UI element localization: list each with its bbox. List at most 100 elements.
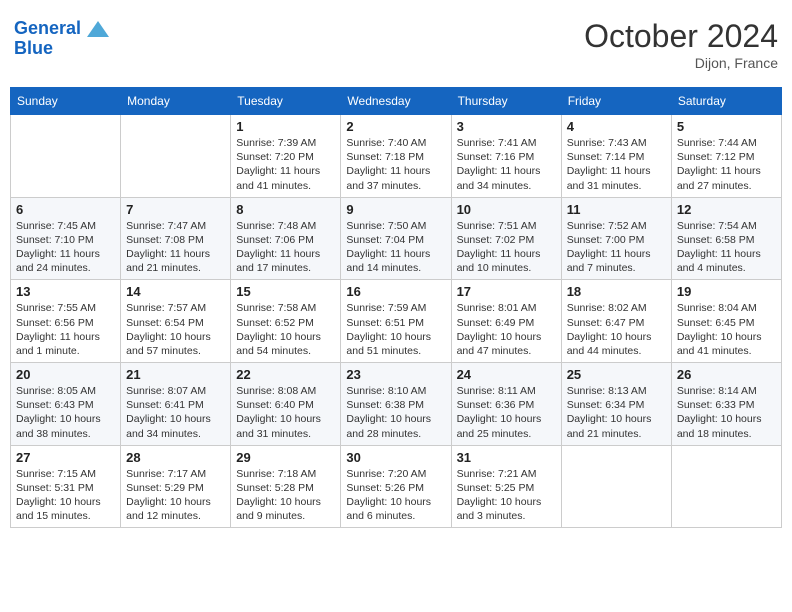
day-info: Sunrise: 7:39 AMSunset: 7:20 PMDaylight:… xyxy=(236,136,335,193)
sunrise-text: Sunrise: 7:44 AM xyxy=(677,136,776,150)
day-info: Sunrise: 8:04 AMSunset: 6:45 PMDaylight:… xyxy=(677,301,776,358)
sunset-text: Sunset: 7:18 PM xyxy=(346,150,445,164)
weekday-header-sunday: Sunday xyxy=(11,88,121,115)
sunset-text: Sunset: 7:00 PM xyxy=(567,233,666,247)
calendar-cell: 16 Sunrise: 7:59 AMSunset: 6:51 PMDayligh… xyxy=(341,280,451,363)
sunset-text: Sunset: 6:33 PM xyxy=(677,398,776,412)
sunrise-text: Sunrise: 8:01 AM xyxy=(457,301,556,315)
day-info: Sunrise: 7:15 AMSunset: 5:31 PMDaylight:… xyxy=(16,467,115,524)
day-number: 22 xyxy=(236,367,335,382)
daylight-text: Daylight: 11 hours and 31 minutes. xyxy=(567,164,666,192)
day-info: Sunrise: 7:50 AMSunset: 7:04 PMDaylight:… xyxy=(346,219,445,276)
daylight-text: Daylight: 10 hours and 38 minutes. xyxy=(16,412,115,440)
day-info: Sunrise: 7:57 AMSunset: 6:54 PMDaylight:… xyxy=(126,301,225,358)
day-number: 25 xyxy=(567,367,666,382)
calendar-cell: 26 Sunrise: 8:14 AMSunset: 6:33 PMDayligh… xyxy=(671,363,781,446)
day-number: 5 xyxy=(677,119,776,134)
daylight-text: Daylight: 10 hours and 34 minutes. xyxy=(126,412,225,440)
day-number: 15 xyxy=(236,284,335,299)
day-number: 16 xyxy=(346,284,445,299)
day-info: Sunrise: 8:13 AMSunset: 6:34 PMDaylight:… xyxy=(567,384,666,441)
month-title: October 2024 xyxy=(584,18,778,55)
day-number: 11 xyxy=(567,202,666,217)
sunrise-text: Sunrise: 7:47 AM xyxy=(126,219,225,233)
daylight-text: Daylight: 10 hours and 3 minutes. xyxy=(457,495,556,523)
sunset-text: Sunset: 7:12 PM xyxy=(677,150,776,164)
calendar-cell: 20Sunrise: 8:05 AMSunset: 6:43 PMDayligh… xyxy=(11,363,121,446)
sunrise-text: Sunrise: 7:54 AM xyxy=(677,219,776,233)
sunrise-text: Sunrise: 8:07 AM xyxy=(126,384,225,398)
sunrise-text: Sunrise: 8:08 AM xyxy=(236,384,335,398)
day-info: Sunrise: 8:01 AMSunset: 6:49 PMDaylight:… xyxy=(457,301,556,358)
sunset-text: Sunset: 6:45 PM xyxy=(677,316,776,330)
daylight-text: Daylight: 10 hours and 57 minutes. xyxy=(126,330,225,358)
sunrise-text: Sunrise: 7:18 AM xyxy=(236,467,335,481)
day-number: 26 xyxy=(677,367,776,382)
day-info: Sunrise: 7:45 AMSunset: 7:10 PMDaylight:… xyxy=(16,219,115,276)
day-info: Sunrise: 7:59 AMSunset: 6:51 PMDaylight:… xyxy=(346,301,445,358)
sunrise-text: Sunrise: 7:51 AM xyxy=(457,219,556,233)
sunrise-text: Sunrise: 7:57 AM xyxy=(126,301,225,315)
daylight-text: Daylight: 11 hours and 4 minutes. xyxy=(677,247,776,275)
calendar-cell: 7Sunrise: 7:47 AMSunset: 7:08 PMDaylight… xyxy=(121,197,231,280)
day-number: 21 xyxy=(126,367,225,382)
day-number: 2 xyxy=(346,119,445,134)
daylight-text: Daylight: 11 hours and 17 minutes. xyxy=(236,247,335,275)
day-info: Sunrise: 8:10 AMSunset: 6:38 PMDaylight:… xyxy=(346,384,445,441)
sunset-text: Sunset: 6:56 PM xyxy=(16,316,115,330)
calendar-cell xyxy=(561,445,671,528)
daylight-text: Daylight: 10 hours and 54 minutes. xyxy=(236,330,335,358)
sunrise-text: Sunrise: 7:39 AM xyxy=(236,136,335,150)
day-number: 19 xyxy=(677,284,776,299)
daylight-text: Daylight: 11 hours and 24 minutes. xyxy=(16,247,115,275)
sunrise-text: Sunrise: 8:10 AM xyxy=(346,384,445,398)
weekday-header-row: SundayMondayTuesdayWednesdayThursdayFrid… xyxy=(11,88,782,115)
day-info: Sunrise: 7:52 AMSunset: 7:00 PMDaylight:… xyxy=(567,219,666,276)
day-info: Sunrise: 8:02 AMSunset: 6:47 PMDaylight:… xyxy=(567,301,666,358)
calendar-cell: 23Sunrise: 8:10 AMSunset: 6:38 PMDayligh… xyxy=(341,363,451,446)
daylight-text: Daylight: 10 hours and 25 minutes. xyxy=(457,412,556,440)
calendar-cell xyxy=(11,115,121,198)
sunset-text: Sunset: 7:10 PM xyxy=(16,233,115,247)
day-info: Sunrise: 8:14 AMSunset: 6:33 PMDaylight:… xyxy=(677,384,776,441)
daylight-text: Daylight: 11 hours and 21 minutes. xyxy=(126,247,225,275)
sunrise-text: Sunrise: 7:58 AM xyxy=(236,301,335,315)
sunset-text: Sunset: 6:54 PM xyxy=(126,316,225,330)
calendar-cell: 12Sunrise: 7:54 AMSunset: 6:58 PMDayligh… xyxy=(671,197,781,280)
daylight-text: Daylight: 11 hours and 37 minutes. xyxy=(346,164,445,192)
sunset-text: Sunset: 6:52 PM xyxy=(236,316,335,330)
sunset-text: Sunset: 6:41 PM xyxy=(126,398,225,412)
day-number: 6 xyxy=(16,202,115,217)
sunset-text: Sunset: 6:38 PM xyxy=(346,398,445,412)
daylight-text: Daylight: 10 hours and 12 minutes. xyxy=(126,495,225,523)
day-info: Sunrise: 8:07 AMSunset: 6:41 PMDaylight:… xyxy=(126,384,225,441)
calendar-cell: 30Sunrise: 7:20 AMSunset: 5:26 PMDayligh… xyxy=(341,445,451,528)
day-info: Sunrise: 7:55 AMSunset: 6:56 PMDaylight:… xyxy=(16,301,115,358)
day-number: 17 xyxy=(457,284,556,299)
daylight-text: Daylight: 10 hours and 31 minutes. xyxy=(236,412,335,440)
calendar-cell: 9Sunrise: 7:50 AMSunset: 7:04 PMDaylight… xyxy=(341,197,451,280)
location: Dijon, France xyxy=(584,55,778,71)
sunset-text: Sunset: 5:28 PM xyxy=(236,481,335,495)
day-info: Sunrise: 8:08 AMSunset: 6:40 PMDaylight:… xyxy=(236,384,335,441)
calendar-cell: 31Sunrise: 7:21 AMSunset: 5:25 PMDayligh… xyxy=(451,445,561,528)
day-number: 20 xyxy=(16,367,115,382)
day-info: Sunrise: 7:20 AMSunset: 5:26 PMDaylight:… xyxy=(346,467,445,524)
sunset-text: Sunset: 6:34 PM xyxy=(567,398,666,412)
calendar-cell: 5Sunrise: 7:44 AMSunset: 7:12 PMDaylight… xyxy=(671,115,781,198)
daylight-text: Daylight: 11 hours and 1 minute. xyxy=(16,330,115,358)
day-number: 29 xyxy=(236,450,335,465)
day-info: Sunrise: 7:58 AMSunset: 6:52 PMDaylight:… xyxy=(236,301,335,358)
calendar-cell: 15 Sunrise: 7:58 AMSunset: 6:52 PMDayligh… xyxy=(231,280,341,363)
sunrise-text: Sunrise: 7:43 AM xyxy=(567,136,666,150)
day-number: 4 xyxy=(567,119,666,134)
calendar-cell: 21 Sunrise: 8:07 AMSunset: 6:41 PMDayligh… xyxy=(121,363,231,446)
page-header: General Blue October 2024 Dijon, France xyxy=(10,10,782,79)
calendar-cell: 28Sunrise: 7:17 AMSunset: 5:29 PMDayligh… xyxy=(121,445,231,528)
weekday-header-saturday: Saturday xyxy=(671,88,781,115)
calendar-cell: 13Sunrise: 7:55 AMSunset: 6:56 PMDayligh… xyxy=(11,280,121,363)
day-info: Sunrise: 8:11 AMSunset: 6:36 PMDaylight:… xyxy=(457,384,556,441)
sunset-text: Sunset: 7:04 PM xyxy=(346,233,445,247)
day-number: 24 xyxy=(457,367,556,382)
sunrise-text: Sunrise: 7:55 AM xyxy=(16,301,115,315)
